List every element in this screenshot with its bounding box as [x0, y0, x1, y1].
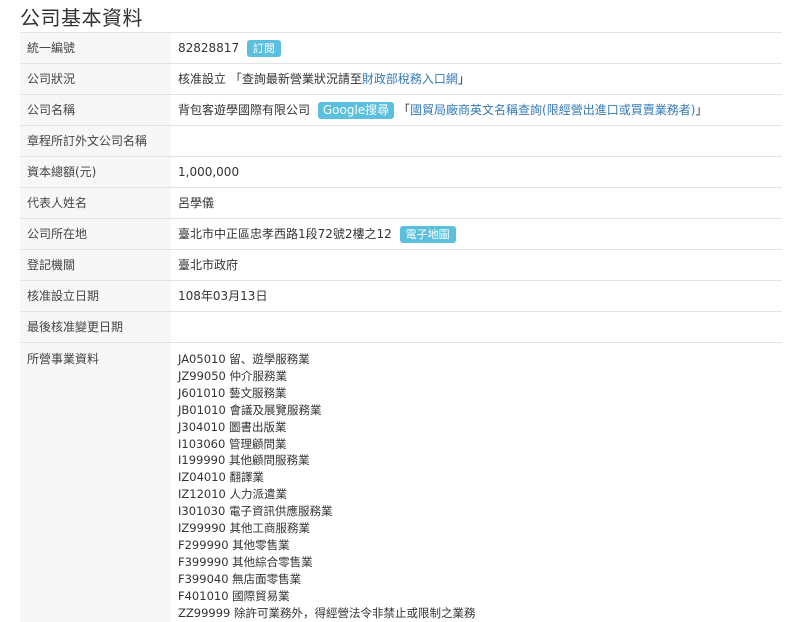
business-name: 無店面零售業	[232, 571, 302, 586]
business-code: J601010	[178, 385, 226, 400]
business-code: IZ04010	[178, 470, 226, 485]
business-name: 管理顧問業	[228, 436, 287, 451]
business-code: JB01010	[178, 402, 226, 417]
business-name: 除許可業務外，得經營法令非禁止或限制之業務	[234, 605, 476, 620]
business-name: 翻譯業	[229, 470, 265, 485]
table-row: 章程所訂外文公司名稱	[20, 125, 782, 157]
row-label-authority: 登記機關	[20, 249, 171, 281]
list-item: I103060 管理顧問業	[178, 436, 775, 453]
company-name-value: 背包客遊學國際有限公司	[178, 102, 311, 117]
row-label-name: 公司名稱	[20, 94, 171, 126]
business-name: 留、遊學服務業	[229, 352, 310, 366]
row-label-tax-id: 統一編號	[20, 32, 171, 64]
tax-portal-link[interactable]: 財政部稅務入口網	[362, 72, 458, 86]
list-item: F399040 無店面零售業	[178, 571, 775, 588]
business-name: 仲介服務業	[229, 368, 288, 383]
row-label-business: 所營事業資料	[20, 342, 171, 622]
row-label-capital: 資本總額(元)	[20, 156, 171, 188]
business-code: F399040	[178, 571, 229, 586]
row-value-last-change	[171, 311, 782, 343]
business-name: 國際貿易業	[232, 588, 290, 603]
table-row: 代表人姓名 呂學儀	[20, 187, 782, 219]
list-item: F399990 其他綜合零售業	[178, 554, 775, 571]
status-note-suffix: 」	[457, 72, 470, 86]
business-code: I301030	[178, 504, 226, 519]
table-row: 資本總額(元) 1,000,000	[20, 156, 782, 188]
business-list: JA05010 留、遊學服務業 JZ99050 仲介服務業 J601010 藝文服務…	[178, 351, 775, 622]
table-row: 統一編號 82828817 訂閱	[20, 32, 782, 64]
business-name: 其他顧問服務業	[228, 453, 310, 468]
status-value: 核准設立	[178, 72, 227, 86]
business-code: IZ99990	[178, 521, 226, 536]
list-item: IZ12010 人力派遣業	[178, 486, 775, 503]
row-label-address: 公司所在地	[20, 218, 171, 250]
row-value-representative: 呂學儀	[171, 187, 782, 219]
business-code: JA05010	[178, 352, 226, 366]
list-item: I199990 其他顧問服務業	[178, 452, 775, 469]
list-item: IZ99990 其他工商服務業	[178, 520, 775, 537]
list-item: F401010 國際貿易業	[178, 588, 775, 605]
trade-bureau-link[interactable]: 國貿局廠商英文名稱查詢(限經營出進口或買賣業務者)	[410, 103, 695, 117]
list-item: JB01010 會議及展覽服務業	[178, 402, 775, 419]
row-label-established: 核准設立日期	[20, 280, 171, 312]
business-code: F299990	[178, 537, 229, 552]
business-code: IZ12010	[178, 487, 226, 502]
business-name: 會議及展覽服務業	[229, 402, 322, 417]
subscribe-button[interactable]: 訂閱	[246, 39, 281, 57]
table-row: 登記機關 臺北市政府	[20, 249, 782, 281]
row-label-representative: 代表人姓名	[20, 187, 171, 219]
row-value-status: 核准設立 「查詢最新營業狀況請至財政部稅務入口網」	[171, 63, 782, 95]
business-code: J304010	[178, 419, 226, 434]
row-value-foreign-name	[171, 125, 782, 157]
address-value: 臺北市中正區忠孝西路1段72號2樓之12	[178, 226, 392, 241]
table-row: 最後核准變更日期	[20, 311, 782, 343]
row-value-capital: 1,000,000	[171, 156, 782, 188]
list-item: IZ04010 翻譯業	[178, 469, 775, 486]
company-info-table: 統一編號 82828817 訂閱 公司狀況 核准設立 「查詢最新營業狀況請至財政…	[20, 32, 782, 622]
status-note-prefix: 「查詢最新營業狀況請至	[229, 72, 362, 86]
list-item: I301030 電子資訊供應服務業	[178, 503, 775, 520]
e-map-button[interactable]: 電子地圖	[399, 225, 456, 243]
row-label-last-change: 最後核准變更日期	[20, 311, 171, 343]
row-value-business: JA05010 留、遊學服務業 JZ99050 仲介服務業 J601010 藝文服務…	[171, 342, 782, 622]
business-name: 人力派遣業	[229, 487, 288, 502]
business-name: 藝文服務業	[228, 385, 287, 400]
trade-suffix: 」	[695, 102, 708, 117]
business-code: I199990	[178, 453, 226, 468]
table-row: 核准設立日期 108年03月13日	[20, 280, 782, 312]
table-row: 所營事業資料 JA05010 留、遊學服務業 JZ99050 仲介服務業 J6010…	[20, 342, 782, 622]
list-item: JZ99050 仲介服務業	[178, 368, 775, 385]
business-code: F399990	[178, 554, 229, 569]
list-item: JA05010 留、遊學服務業	[178, 351, 775, 368]
table-row: 公司所在地 臺北市中正區忠孝西路1段72號2樓之12 電子地圖	[20, 218, 782, 250]
list-item: ZZ99999 除許可業務外，得經營法令非禁止或限制之業務	[178, 605, 775, 622]
table-row: 公司狀況 核准設立 「查詢最新營業狀況請至財政部稅務入口網」	[20, 63, 782, 95]
list-item: J601010 藝文服務業	[178, 385, 775, 402]
row-value-established: 108年03月13日	[171, 280, 782, 312]
tax-id-value: 82828817	[178, 40, 240, 55]
list-item: J304010 圖書出版業	[178, 419, 775, 436]
business-name: 其他零售業	[232, 537, 290, 552]
row-value-authority: 臺北市政府	[171, 249, 782, 281]
row-value-address: 臺北市中正區忠孝西路1段72號2樓之12 電子地圖	[171, 218, 782, 250]
google-search-button[interactable]: Google搜尋	[317, 101, 395, 119]
list-item: F299990 其他零售業	[178, 537, 775, 554]
row-value-tax-id: 82828817 訂閱	[171, 32, 782, 64]
table-row: 公司名稱 背包客遊學國際有限公司 Google搜尋 「國貿局廠商英文名稱查詢(限…	[20, 94, 782, 126]
business-name: 其他工商服務業	[229, 521, 311, 536]
row-value-name: 背包客遊學國際有限公司 Google搜尋 「國貿局廠商英文名稱查詢(限經營出進口…	[171, 94, 782, 126]
business-code: I103060	[178, 436, 226, 451]
business-code: JZ99050	[178, 368, 226, 383]
business-code: ZZ99999	[178, 605, 231, 620]
business-name: 電子資訊供應服務業	[228, 504, 333, 519]
row-label-foreign-name: 章程所訂外文公司名稱	[20, 125, 171, 157]
page-title: 公司基本資料	[20, 6, 143, 30]
business-name: 其他綜合零售業	[232, 554, 313, 569]
row-label-status: 公司狀況	[20, 63, 171, 95]
trade-prefix: 「	[398, 102, 411, 117]
business-name: 圖書出版業	[228, 419, 287, 434]
business-code: F401010	[178, 588, 229, 603]
